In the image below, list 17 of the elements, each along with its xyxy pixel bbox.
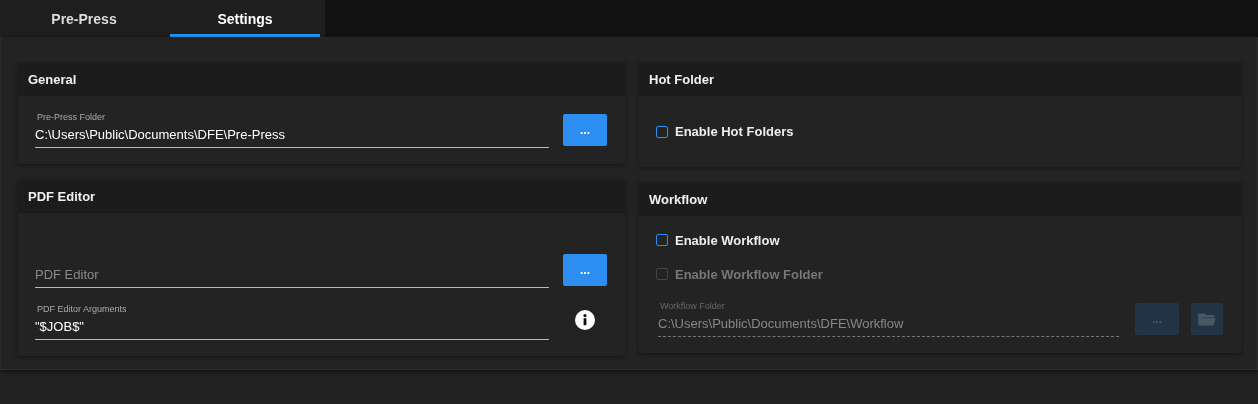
tab[interactable]: Pre-Press bbox=[0, 0, 168, 37]
section-title: PDF Editor bbox=[28, 189, 96, 204]
folder-icon bbox=[1197, 311, 1217, 327]
field-label: Pre-Press Folder bbox=[37, 112, 107, 122]
checkbox-label[interactable]: Enable Workflow bbox=[675, 232, 780, 248]
section-title: General bbox=[28, 72, 77, 87]
checkbox[interactable] bbox=[656, 125, 668, 138]
field-label: Workflow Folder bbox=[660, 301, 726, 311]
folder-path-field[interactable]: C:\Users\Public\Documents\DFE\Pre-Press bbox=[35, 125, 549, 148]
section-title: Workflow bbox=[649, 192, 708, 207]
checkbox-label[interactable]: Enable Hot Folders bbox=[675, 124, 794, 139]
arguments-field[interactable]: "$JOB$" bbox=[35, 317, 549, 340]
info-icon[interactable] bbox=[575, 310, 595, 330]
pdf-editor-field[interactable]: PDF Editor bbox=[35, 247, 549, 288]
checkbox[interactable] bbox=[656, 234, 668, 246]
section-title: Hot Folder bbox=[649, 72, 714, 87]
field-label: PDF Editor Arguments bbox=[37, 304, 128, 314]
